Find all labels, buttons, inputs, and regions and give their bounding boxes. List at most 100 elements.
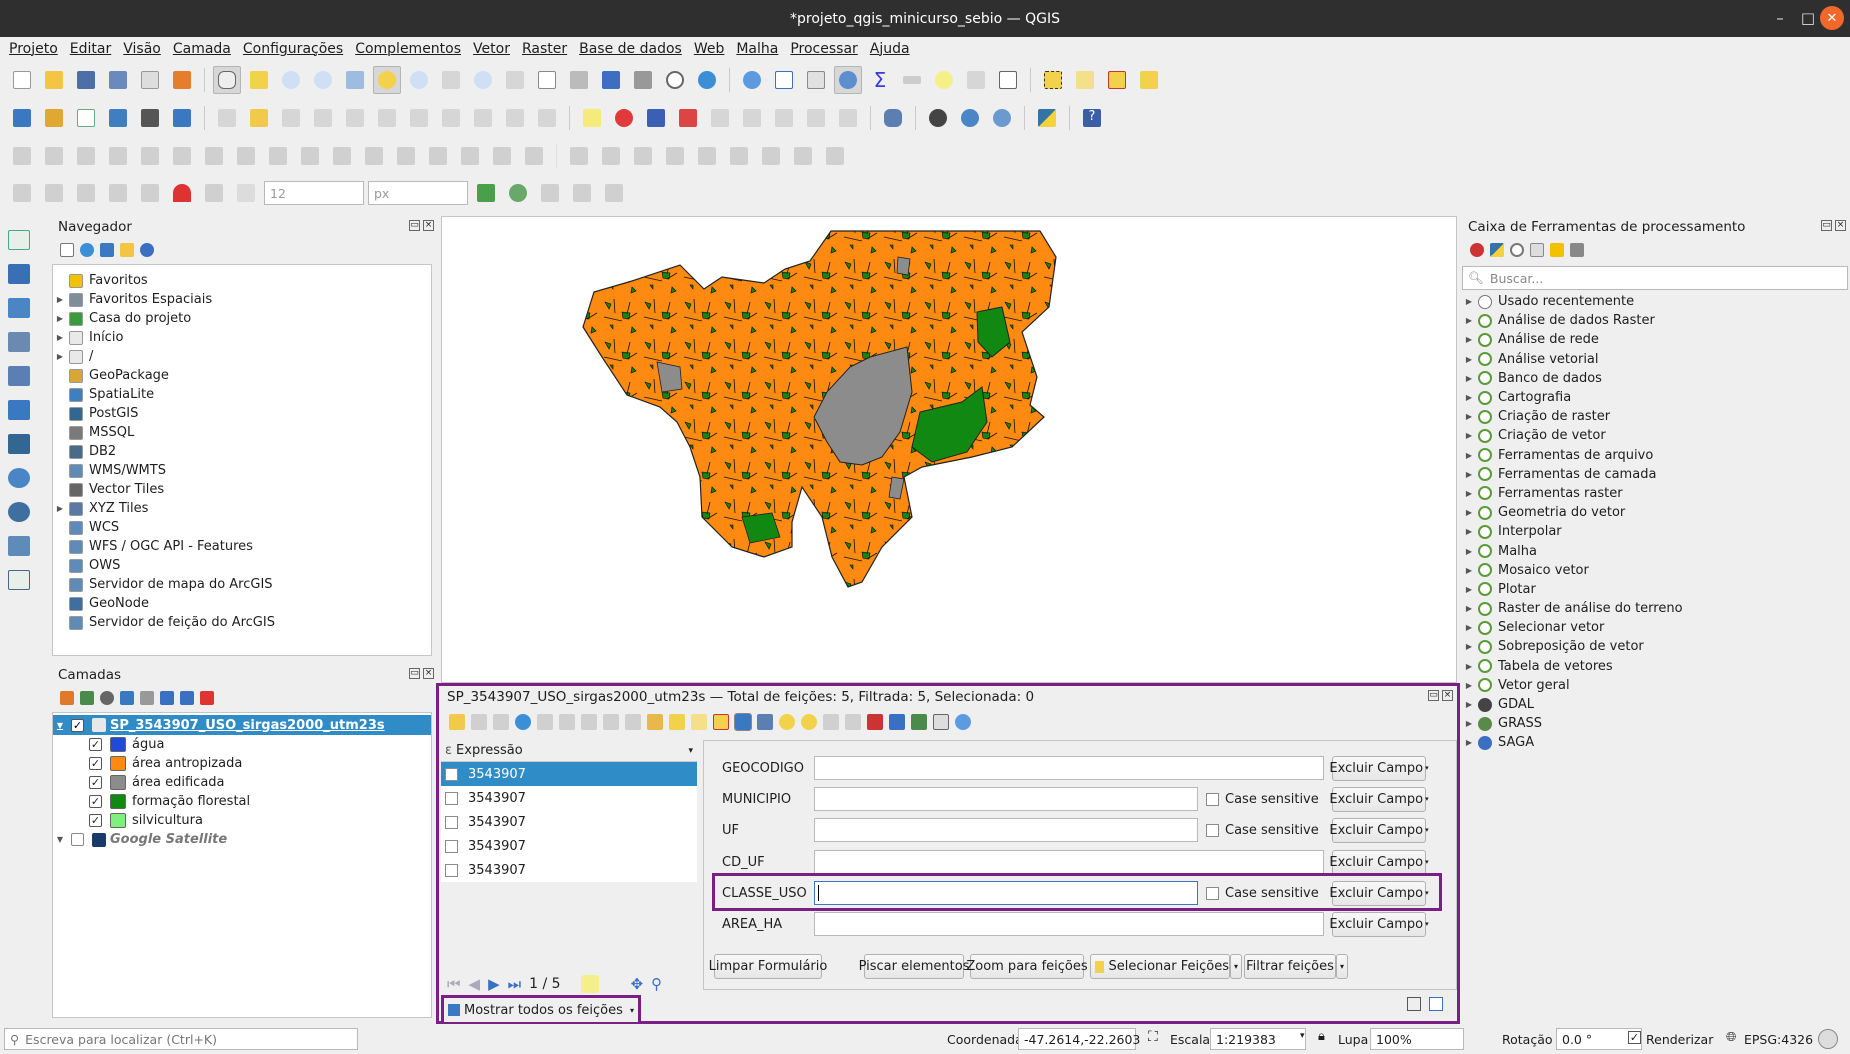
label-rotate-icon[interactable] [738,104,766,132]
text-annotation-icon[interactable] [994,66,1022,94]
zoom-feature-icon[interactable]: ⚲ [651,975,662,993]
menu-2[interactable]: Visão [117,41,167,57]
processing-group[interactable]: ▶ Banco de dados [1462,369,1848,388]
crs-globe-icon[interactable]: 🌐︎ [1726,1030,1736,1045]
browser-item[interactable]: Servidor de mapa do ArcGIS [53,575,431,594]
browser-item[interactable]: MSSQL [53,423,431,442]
expand-arrow-icon[interactable]: ▶ [1462,527,1476,536]
collapse-all-icon[interactable] [120,243,134,257]
filter-select-icon[interactable] [734,713,752,731]
refresh-browser-icon[interactable] [80,243,94,257]
snap-tolerance-icon[interactable] [232,179,260,207]
add-point-cloud-icon[interactable] [4,328,34,356]
expand-arrow-icon[interactable]: ▶ [1462,335,1476,344]
save-edits-icon[interactable] [277,104,305,132]
browser-item[interactable]: ▶ XYZ Tiles [53,499,431,518]
zoom-native-icon[interactable] [437,66,465,94]
pan-to-selection-icon[interactable] [245,66,273,94]
filter-features-dropdown[interactable]: ▾ [1336,954,1348,979]
menu-5[interactable]: Complementos [349,41,467,57]
snap-intersection-icon[interactable] [568,179,596,207]
expand-arrow-icon[interactable]: ▶ [1462,700,1476,709]
close-panel-icon[interactable]: × [1442,690,1453,701]
expand-arrow-icon[interactable]: ▶ [1462,566,1476,575]
delete-part-icon[interactable] [264,142,292,170]
select-features-button[interactable]: Selecionar Feições [1090,954,1230,979]
add-part-icon[interactable] [168,142,196,170]
show-bookmarks-icon[interactable] [629,66,657,94]
exclude-field-button[interactable]: Excluir Campo ▾ [1329,786,1429,812]
digitize-tool-icon[interactable] [8,142,36,170]
measure-angle-icon[interactable] [40,142,68,170]
topology-icon[interactable] [472,179,500,207]
magnifier-input[interactable]: 100% [1370,1028,1464,1050]
undo-icon[interactable] [501,104,529,132]
dropdown-arrow-icon[interactable]: ▾ [688,746,693,756]
snap-unit-select[interactable]: px [368,181,468,205]
map-canvas[interactable] [441,216,1457,683]
refresh-icon[interactable] [693,66,721,94]
label-pin-icon[interactable] [642,104,670,132]
zoom-last-icon[interactable] [469,66,497,94]
web-globe-icon[interactable] [956,104,984,132]
scale-dropdown-icon[interactable]: ▾ [1300,1031,1305,1041]
processing-group[interactable]: ▶ Ferramentas de camada [1462,465,1848,484]
menu-0[interactable]: Projeto [3,41,64,57]
messages-icon[interactable] [1818,1029,1838,1049]
histogram-icon[interactable] [629,142,657,170]
scripts-icon[interactable] [1490,243,1504,257]
add-raster-layer-icon[interactable] [4,260,34,288]
point-icon[interactable] [693,142,721,170]
feature-checkbox[interactable] [445,767,458,781]
browser-item[interactable]: ▶ Casa do projeto [53,309,431,328]
expand-arrow-icon[interactable]: ▶ [1462,585,1476,594]
expand-arrow-icon[interactable]: ▶ [53,295,67,304]
processing-group[interactable]: ▶ Selecionar vetor [1462,618,1848,637]
expand-arrow-icon[interactable]: ▶ [53,504,67,513]
filter-features-button[interactable]: Filtrar feições [1244,954,1336,979]
current-edits-icon[interactable] [213,104,241,132]
snap-layer-icon[interactable] [40,179,68,207]
processing-group[interactable]: ▶ Cartografia [1462,388,1848,407]
browser-item[interactable]: ▶ / [53,347,431,366]
exclude-field-button[interactable]: Excluir Campo ▾ [1329,880,1429,906]
web-search-icon[interactable] [988,104,1016,132]
processing-group[interactable]: ▶ Interpolar [1462,522,1848,541]
legend-class[interactable]: ✓ área edificada [53,773,431,792]
new-project-icon[interactable] [8,66,36,94]
select-expression-icon[interactable] [647,714,663,730]
processing-group[interactable]: ▶ GRASS [1462,714,1848,733]
browser-item[interactable]: WMS/WMTS [53,461,431,480]
label-props-icon[interactable] [770,104,798,132]
python-console-icon[interactable] [1033,104,1061,132]
crs-label[interactable]: EPSG:4326 [1744,1032,1813,1047]
field-calculator-icon[interactable] [802,66,830,94]
field-input[interactable] [814,912,1324,936]
clear-form-button[interactable]: Limpar Formulário [709,954,827,979]
processing-group[interactable]: ▶ Ferramentas raster [1462,484,1848,503]
legend-class[interactable]: ✓ água [53,735,431,754]
close-panel-icon[interactable]: × [1835,220,1846,231]
new-map-view-icon[interactable] [533,66,561,94]
add-vector-layer-icon[interactable] [4,226,34,254]
browser-item[interactable]: WCS [53,518,431,537]
processing-toolbox-icon[interactable] [834,66,862,94]
rotate-symbol-icon[interactable] [520,142,548,170]
browser-item[interactable]: ▶ Início [53,328,431,347]
new-shapefile-icon[interactable] [72,104,100,132]
avoid-overlap-icon[interactable] [504,179,532,207]
field-calc-icon[interactable] [889,714,905,730]
zoom-to-selection-icon[interactable] [373,66,401,94]
temporal-controller-icon[interactable] [661,66,689,94]
menu-11[interactable]: Processar [784,41,863,57]
remove-layer-icon[interactable] [200,691,214,705]
layer-row-satellite[interactable]: ▼ Google Satellite [53,830,431,849]
save-edits-icon[interactable] [493,714,509,730]
expand-arrow-icon[interactable]: ▶ [53,333,67,342]
form-view-icon[interactable] [1407,997,1421,1011]
new-spatialite-icon[interactable] [104,104,132,132]
menu-10[interactable]: Malha [730,41,784,57]
expand-arrow-icon[interactable]: ▶ [1462,547,1476,556]
browser-item[interactable]: ▶ Favoritos Espaciais [53,290,431,309]
reverse-line-icon[interactable] [360,142,388,170]
